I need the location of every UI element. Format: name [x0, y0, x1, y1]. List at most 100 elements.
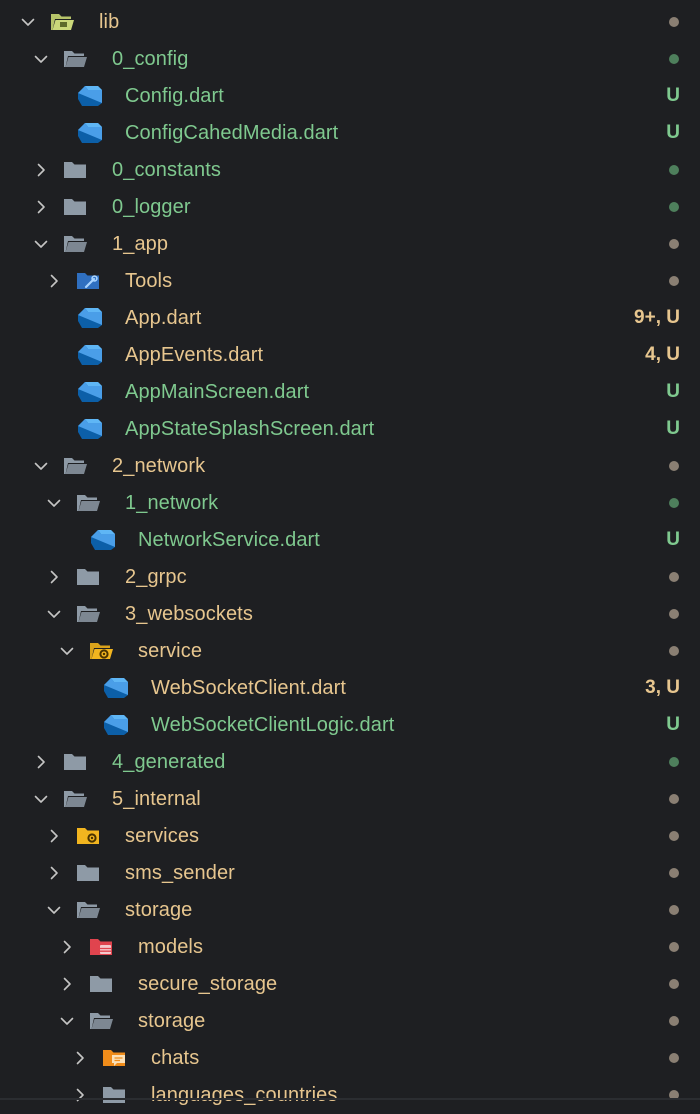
chevron-right-icon[interactable]	[47, 829, 61, 843]
tree-folder-row[interactable]: 5_internal	[0, 781, 700, 818]
chevron-down-icon[interactable]	[47, 903, 61, 917]
tree-folder-row[interactable]: 2_network	[0, 448, 700, 485]
chevron-down-icon[interactable]	[47, 607, 61, 621]
folder-icon	[88, 973, 114, 995]
tree-folder-row[interactable]: 3_websockets	[0, 596, 700, 633]
folder-icon	[75, 862, 101, 884]
tree-folder-row[interactable]: secure_storage	[0, 966, 700, 1003]
chevron-down-icon[interactable]	[47, 496, 61, 510]
chevron-down-icon[interactable]	[34, 459, 48, 473]
tree-item-label: 2_grpc	[125, 566, 187, 588]
chevron-down-icon[interactable]	[60, 1014, 74, 1028]
tree-folder-row[interactable]: service	[0, 633, 700, 670]
tree-item-label: Config.dart	[125, 85, 224, 107]
git-status-dot	[669, 572, 679, 582]
tree-item-label: NetworkService.dart	[138, 529, 320, 551]
git-status-badge: U	[666, 381, 680, 402]
dart-file-icon	[77, 381, 103, 403]
tree-item-label: 0_constants	[112, 159, 221, 181]
tree-file-row[interactable]: Config.dart U	[0, 78, 700, 115]
git-status-dot	[669, 609, 679, 619]
chevron-right-icon[interactable]	[60, 940, 74, 954]
tree-folder-row[interactable]: storage	[0, 892, 700, 929]
tree-item-label: Tools	[125, 270, 173, 292]
tree-folder-row[interactable]: 0_logger	[0, 189, 700, 226]
chevron-right-icon[interactable]	[47, 570, 61, 584]
folder-open-icon	[75, 603, 101, 625]
tree-item-label: languages_countries	[151, 1084, 338, 1106]
tree-file-row[interactable]: AppEvents.dart 4, U	[0, 337, 700, 374]
tree-folder-row[interactable]: 2_grpc	[0, 559, 700, 596]
tree-folder-row[interactable]: sms_sender	[0, 855, 700, 892]
tree-file-row[interactable]: WebSocketClient.dart 3, U	[0, 670, 700, 707]
tree-folder-row[interactable]: 0_constants	[0, 152, 700, 189]
git-status-dot	[669, 498, 679, 508]
tree-folder-row[interactable]: 1_app	[0, 226, 700, 263]
folder-open-icon	[62, 48, 88, 70]
tree-folder-row[interactable]: lib	[0, 4, 700, 41]
tree-item-label: secure_storage	[138, 973, 278, 995]
tree-item-label: App.dart	[125, 307, 202, 329]
chevron-right-icon[interactable]	[34, 755, 48, 769]
git-status-badge: 9+, U	[634, 307, 680, 328]
folder-icon	[101, 1084, 127, 1106]
chevron-right-icon[interactable]	[47, 866, 61, 880]
folder-icon	[62, 196, 88, 218]
tree-file-row[interactable]: ConfigCahedMedia.dart U	[0, 115, 700, 152]
tree-item-label: 1_app	[112, 233, 169, 255]
chevron-right-icon[interactable]	[60, 977, 74, 991]
chevron-down-icon[interactable]	[34, 237, 48, 251]
folder-icon	[62, 159, 88, 181]
tree-item-label: lib	[99, 11, 120, 33]
tree-file-row[interactable]: AppMainScreen.dart U	[0, 374, 700, 411]
tree-folder-row[interactable]: 1_network	[0, 485, 700, 522]
tree-folder-row[interactable]: services	[0, 818, 700, 855]
folder-icon	[62, 751, 88, 773]
tree-item-label: sms_sender	[125, 862, 235, 884]
git-status-badge: U	[666, 714, 680, 735]
tree-item-label: models	[138, 936, 204, 958]
git-status-dot	[669, 1053, 679, 1063]
git-status-badge: U	[666, 122, 680, 143]
dart-file-icon	[77, 85, 103, 107]
file-explorer-tree: lib 0_config Config.dart U ConfigCahedMedia.…	[0, 4, 700, 1114]
chevron-down-icon[interactable]	[60, 644, 74, 658]
tree-folder-row[interactable]: models	[0, 929, 700, 966]
git-status-dot	[669, 1016, 679, 1026]
tree-file-row[interactable]: NetworkService.dart U	[0, 522, 700, 559]
git-status-dot	[669, 461, 679, 471]
chevron-right-icon[interactable]	[47, 274, 61, 288]
dart-file-icon	[77, 344, 103, 366]
tree-folder-row[interactable]: storage	[0, 1003, 700, 1040]
tree-file-row[interactable]: App.dart 9+, U	[0, 300, 700, 337]
git-status-dot	[669, 239, 679, 249]
git-status-dot	[669, 979, 679, 989]
tree-file-row[interactable]: WebSocketClientLogic.dart U	[0, 707, 700, 744]
tree-file-row[interactable]: AppStateSplashScreen.dart U	[0, 411, 700, 448]
chevron-right-icon[interactable]	[34, 163, 48, 177]
git-status-dot	[669, 276, 679, 286]
models-folder-icon	[88, 936, 114, 958]
dart-file-icon	[103, 677, 129, 699]
dart-file-icon	[90, 529, 116, 551]
tree-item-label: AppStateSplashScreen.dart	[125, 418, 375, 440]
chevron-right-icon[interactable]	[34, 200, 48, 214]
tree-item-label: 0_logger	[112, 196, 191, 218]
chevron-down-icon[interactable]	[21, 15, 35, 29]
chevron-down-icon[interactable]	[34, 52, 48, 66]
git-status-dot	[669, 202, 679, 212]
tree-folder-row[interactable]: chats	[0, 1040, 700, 1077]
services-folder-icon	[75, 825, 101, 847]
tree-folder-row[interactable]: 4_generated	[0, 744, 700, 781]
git-status-dot	[669, 165, 679, 175]
git-status-dot	[669, 942, 679, 952]
tree-folder-row[interactable]: Tools	[0, 263, 700, 300]
tree-item-label: 3_websockets	[125, 603, 253, 625]
chevron-down-icon[interactable]	[34, 792, 48, 806]
tree-folder-row[interactable]: languages_countries	[0, 1077, 700, 1114]
tree-folder-row[interactable]: 0_config	[0, 41, 700, 78]
git-status-badge: U	[666, 529, 680, 550]
chevron-right-icon[interactable]	[73, 1051, 87, 1065]
git-status-dot	[669, 17, 679, 27]
git-status-badge: U	[666, 418, 680, 439]
